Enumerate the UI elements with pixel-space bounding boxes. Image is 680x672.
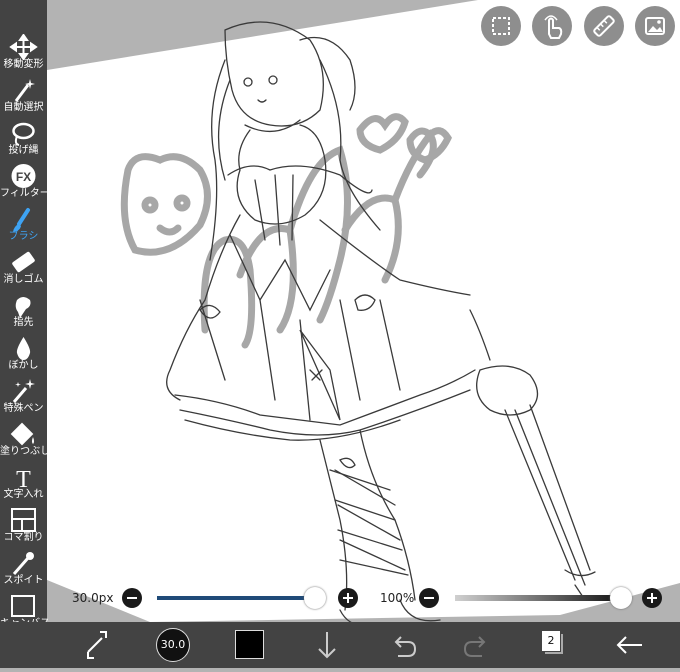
arrow-left-icon (616, 636, 642, 654)
color-button[interactable] (234, 622, 264, 668)
redo-icon (463, 636, 486, 657)
opacity-value: 100% (380, 591, 415, 605)
tool-lasso[interactable]: 投げ縄 (0, 118, 47, 162)
tool-filter[interactable]: FX フィルター (0, 161, 50, 205)
transform-button[interactable] (80, 622, 114, 668)
opacity-decrease-button[interactable] (419, 588, 439, 608)
minus-icon (424, 597, 434, 599)
magic-wand-icon (14, 79, 35, 102)
tool-panel: 移動変形 自動選択 投げ縄 FX フィルター ブラシ 消しゴム 指先 ぼかし 特… (0, 0, 51, 629)
opacity-increase-button[interactable] (642, 588, 662, 608)
touch-icon (544, 15, 563, 39)
tool-eyedropper[interactable]: スポイト (0, 548, 47, 592)
minus-icon (127, 597, 137, 599)
tool-blur[interactable]: ぼかし (0, 333, 47, 377)
finger-icon (15, 297, 31, 318)
svg-text:T: T (16, 467, 31, 490)
layer-image-icon (645, 17, 665, 35)
brush-size-value: 30.0px (72, 591, 114, 605)
tool-label: 特殊ペン (3, 403, 44, 414)
tool-label: 文字入れ (3, 489, 44, 500)
drawing-canvas[interactable] (0, 0, 680, 668)
opacity-slider-thumb[interactable] (610, 587, 632, 609)
svg-text:FX: FX (16, 170, 31, 184)
brush-icon (13, 208, 30, 232)
tool-move[interactable]: 移動変形 (0, 32, 47, 76)
brush-size-increase-button[interactable] (338, 588, 358, 608)
tool-label: コマ割り (3, 532, 44, 543)
move-arrows-icon (9, 34, 38, 60)
download-button[interactable] (312, 622, 342, 668)
tool-frame[interactable]: コマ割り (0, 505, 47, 549)
lasso-icon (12, 122, 35, 146)
brush-size-decrease-button[interactable] (122, 588, 142, 608)
pen-swap-icon (87, 631, 107, 659)
drop-icon (16, 337, 31, 360)
tool-label: ぼかし (8, 360, 39, 371)
canvas-icon (11, 595, 35, 617)
ruler-icon (593, 15, 615, 37)
sparkle-pen-icon (12, 379, 35, 403)
brush-size-badge[interactable]: 30.0 (156, 622, 190, 668)
tool-label: スポイト (3, 575, 44, 586)
tool-label: 投げ縄 (8, 145, 39, 156)
tool-label: ブラシ (8, 231, 39, 242)
opacity-slider[interactable] (455, 595, 623, 601)
tool-label: 消しゴム (3, 274, 44, 285)
brush-size-badge-text: 30.0 (156, 628, 190, 662)
arrow-down-icon (318, 632, 336, 659)
tool-text[interactable]: T 文字入れ (0, 462, 47, 506)
tool-smudge[interactable]: 指先 (0, 290, 47, 334)
tool-label: フィルター (0, 188, 50, 199)
tool-special-pen[interactable]: 特殊ペン (0, 376, 47, 420)
tool-eraser[interactable]: 消しゴム (0, 247, 47, 291)
tool-fill[interactable]: 塗りつぶし (0, 419, 51, 463)
frame-icon (11, 508, 36, 532)
tool-magic-wand[interactable]: 自動選択 (0, 75, 47, 119)
layer-count: 2 (541, 630, 561, 652)
fx-icon: FX (11, 164, 36, 188)
undo-button[interactable] (388, 622, 418, 668)
touch-button[interactable] (532, 6, 572, 46)
plus-icon (343, 593, 353, 603)
canvas-workspace[interactable] (0, 0, 680, 668)
color-swatch (235, 630, 264, 659)
layer-image-button[interactable] (635, 6, 675, 46)
text-icon: T (16, 467, 31, 490)
tool-label: 移動変形 (3, 59, 44, 70)
ruler-button[interactable] (584, 6, 624, 46)
tool-brush[interactable]: ブラシ (0, 204, 47, 248)
tool-label: 塗りつぶし (0, 446, 51, 457)
undo-icon (394, 636, 417, 657)
back-button[interactable] (612, 622, 646, 668)
selection-button[interactable] (481, 6, 521, 46)
selection-icon (492, 17, 510, 35)
bottom-toolbar: 30.0 2 (0, 622, 680, 668)
brush-size-slider-thumb[interactable] (304, 587, 326, 609)
eyedropper-icon (12, 552, 34, 575)
eraser-icon (12, 251, 35, 273)
layers-button[interactable]: 2 (538, 622, 568, 668)
tool-label: 指先 (13, 317, 34, 328)
tool-label: 自動選択 (3, 102, 44, 113)
bucket-icon (10, 422, 34, 446)
plus-icon (647, 593, 657, 603)
redo-button[interactable] (462, 622, 492, 668)
brush-size-slider[interactable] (157, 596, 315, 600)
